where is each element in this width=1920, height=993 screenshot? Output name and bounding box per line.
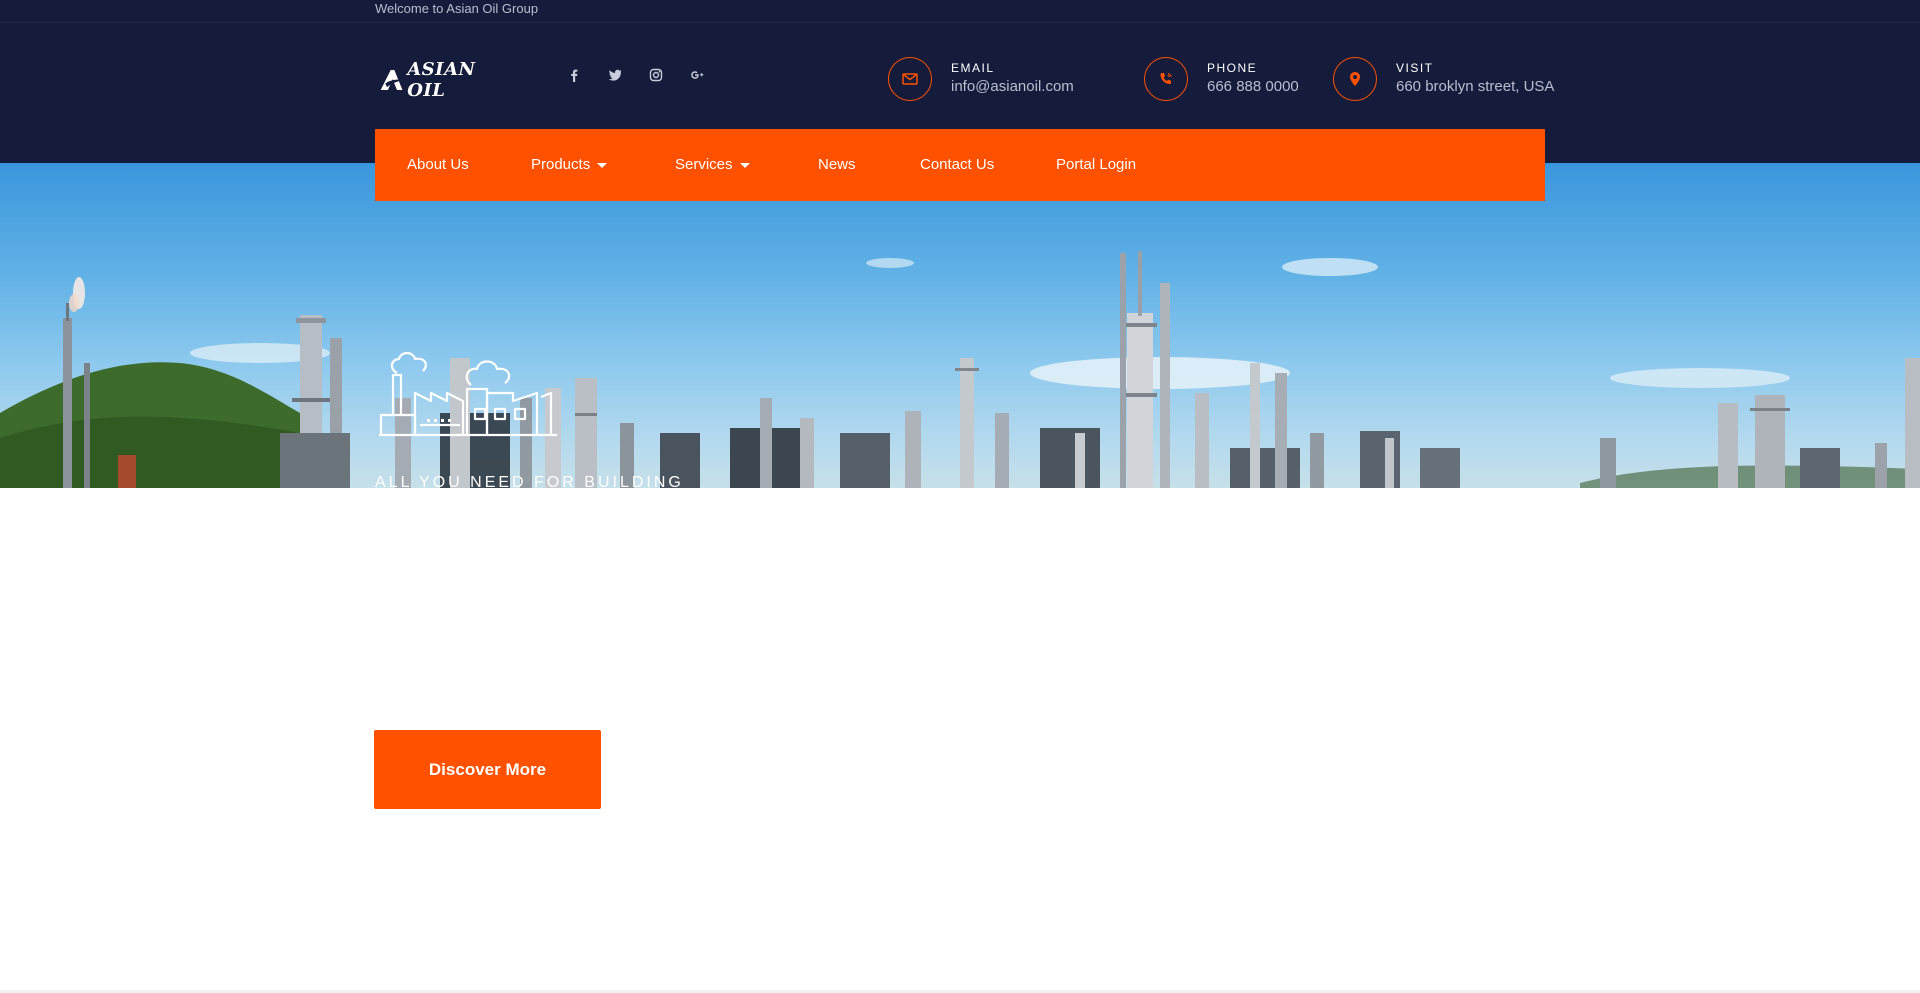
discover-more-button[interactable]: Discover More: [374, 730, 601, 809]
nav-item-products[interactable]: Products: [531, 129, 608, 201]
nav-label: Contact Us: [920, 156, 995, 173]
refinery-background-image: [0, 251, 1920, 488]
factory-icon: [379, 351, 557, 437]
facebook-icon[interactable]: [566, 67, 582, 83]
nav-label: Portal Login: [1056, 156, 1137, 173]
nav-label: News: [818, 156, 856, 173]
nav-item-contact-us[interactable]: Contact Us: [920, 129, 994, 201]
main-nav: About Us Products Services News Contact …: [375, 129, 1545, 201]
site-logo[interactable]: ASIAN OIL: [378, 59, 510, 101]
visit-value[interactable]: 660 broklyn street, USA: [1396, 77, 1554, 97]
nav-label: About Us: [407, 156, 469, 173]
google-plus-icon[interactable]: [689, 67, 705, 83]
phone-icon: [1144, 57, 1188, 101]
email-value[interactable]: info@asianoil.com: [951, 77, 1074, 97]
phone-value[interactable]: 666 888 0000: [1207, 77, 1299, 97]
top-bar: Welcome to Asian Oil Group: [0, 0, 1920, 23]
hero-tagline: ALL YOU NEED FOR BUILDING: [375, 474, 684, 491]
phone-label: PHONE: [1207, 61, 1258, 75]
envelope-icon: [888, 57, 932, 101]
welcome-text: Welcome to Asian Oil Group: [375, 1, 539, 16]
caret-down-icon: [597, 162, 608, 168]
logo-text: ASIAN OIL: [407, 59, 476, 101]
logo-mark-icon: [380, 70, 404, 90]
nav-item-about-us[interactable]: About Us: [407, 129, 469, 201]
location-pin-icon: [1333, 57, 1377, 101]
nav-item-services[interactable]: Services: [675, 129, 750, 201]
contact-email: EMAIL info@asianoil.com: [888, 57, 1074, 101]
nav-label: Products: [531, 156, 591, 173]
contact-visit: VISIT 660 broklyn street, USA: [1333, 57, 1554, 101]
nav-label: Services: [675, 156, 733, 173]
instagram-icon[interactable]: [648, 67, 664, 83]
caret-down-icon: [739, 162, 750, 168]
social-links: [566, 67, 730, 83]
twitter-icon[interactable]: [607, 67, 623, 83]
email-label: EMAIL: [951, 61, 995, 75]
hero-banner: [0, 163, 1920, 488]
nav-item-portal-login[interactable]: Portal Login: [1056, 129, 1136, 201]
nav-item-news[interactable]: News: [818, 129, 856, 201]
contact-phone: PHONE 666 888 0000: [1144, 57, 1299, 101]
visit-label: VISIT: [1396, 61, 1434, 75]
